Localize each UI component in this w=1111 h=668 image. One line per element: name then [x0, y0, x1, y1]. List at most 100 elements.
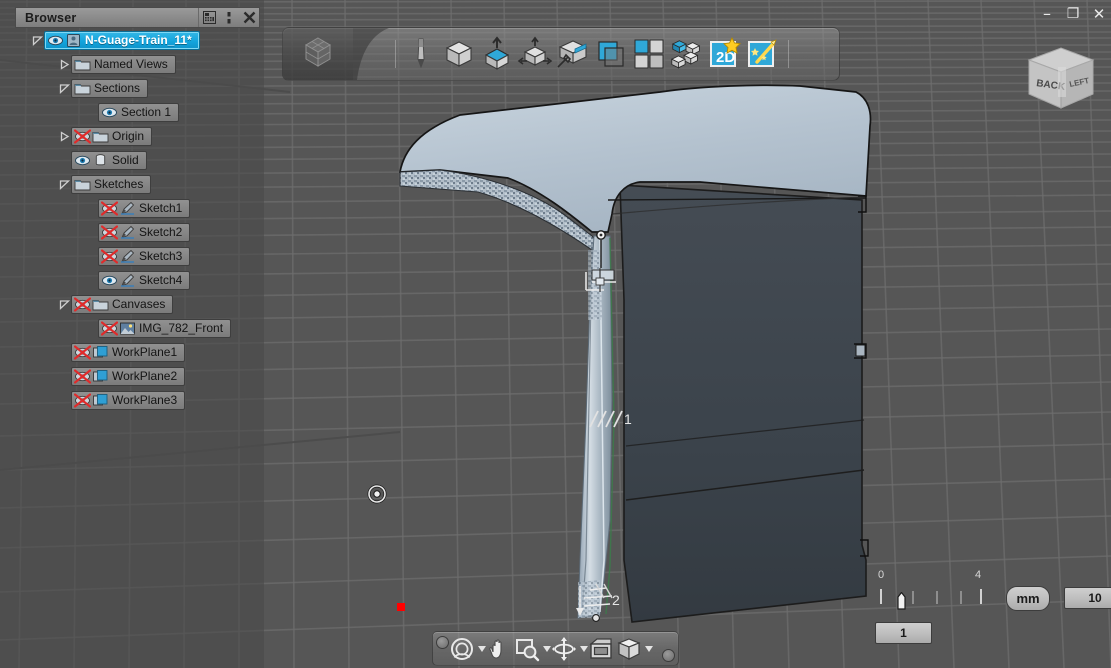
eye-off-icon[interactable] — [74, 368, 91, 384]
tree-node-chip[interactable]: Sections — [71, 78, 149, 98]
filter-icon[interactable] — [198, 8, 219, 27]
tree-node-solid[interactable]: Solid — [0, 150, 264, 170]
tree-node-sketch3[interactable]: Sketch3 — [0, 246, 264, 266]
chevron-down-icon[interactable] — [57, 297, 71, 311]
chevron-down-icon[interactable] — [57, 81, 71, 95]
drawing-2d-icon[interactable]: 2D — [706, 32, 744, 76]
tree-node-chip[interactable]: WorkPlane2 — [71, 366, 186, 386]
eye-off-icon[interactable] — [101, 200, 118, 216]
scale-tick — [960, 591, 962, 604]
tree-twisty-spacer — [57, 393, 71, 407]
tree-node-chip[interactable]: Sketch1 — [98, 198, 191, 218]
look-at-icon[interactable] — [551, 636, 577, 662]
tree-node-workplane3[interactable]: WorkPlane3 — [0, 390, 264, 410]
eye-off-icon[interactable] — [74, 344, 91, 360]
chevron-right-icon[interactable] — [57, 129, 71, 143]
folder-icon — [92, 129, 109, 144]
scale-slider-handle[interactable] — [897, 592, 906, 610]
tree-node-chip[interactable]: Sketch4 — [98, 270, 191, 290]
tree-node-chip[interactable]: WorkPlane3 — [71, 390, 186, 410]
tree-node-chip[interactable]: WorkPlane1 — [71, 342, 186, 362]
plane-icon — [92, 393, 109, 408]
sketch-constraint-1: 1 — [624, 411, 632, 427]
create-box-icon[interactable] — [440, 32, 478, 76]
eye-off-icon[interactable] — [74, 296, 91, 312]
eye-icon[interactable] — [101, 105, 118, 120]
scale-current-value[interactable]: 1 — [875, 622, 932, 644]
magic-wand-icon[interactable] — [744, 32, 782, 76]
tree-node-chip[interactable]: IMG_782_Front — [98, 318, 232, 338]
tree-node-sketch2[interactable]: Sketch2 — [0, 222, 264, 242]
tree-node-origin[interactable]: Origin — [0, 126, 264, 146]
pattern-grid-icon[interactable] — [630, 32, 668, 76]
eye-icon[interactable] — [101, 273, 118, 288]
sketch-pencil-icon[interactable] — [402, 32, 440, 76]
scale-max-value[interactable]: 10 — [1064, 587, 1111, 609]
eye-off-icon[interactable] — [101, 248, 118, 264]
tree-node-section-1[interactable]: Section 1 — [0, 102, 264, 122]
tree-node-chip[interactable]: Sketches — [71, 174, 152, 194]
move-transform-icon[interactable] — [516, 32, 554, 76]
eye-off-icon[interactable] — [101, 320, 118, 336]
orbit-dropdown-caret[interactable] — [477, 634, 486, 664]
panel-menu-icon[interactable] — [219, 8, 239, 27]
tree-node-sections[interactable]: Sections — [0, 78, 264, 98]
array-cubes-icon[interactable] — [668, 32, 706, 76]
unit-badge[interactable]: mm — [1006, 586, 1050, 611]
pan-hand-icon[interactable] — [486, 636, 512, 662]
app-logo-icon[interactable] — [283, 28, 353, 80]
navbar-drag-handle[interactable] — [436, 636, 449, 649]
tree-node-chip[interactable]: Sketch2 — [98, 222, 191, 242]
toolbar-divider-2 — [788, 40, 789, 68]
zoom-dropdown-caret[interactable] — [542, 634, 551, 664]
tree-node-chip[interactable]: Section 1 — [98, 102, 180, 122]
offset-plane-icon[interactable] — [592, 32, 630, 76]
close-button[interactable]: ✕ — [1091, 6, 1107, 22]
plane-icon — [92, 369, 109, 384]
zoom-window-icon[interactable] — [514, 636, 540, 662]
tree-node-sketch1[interactable]: Sketch1 — [0, 198, 264, 218]
look-at-dropdown-caret[interactable] — [579, 634, 588, 664]
tree-node-workplane1[interactable]: WorkPlane1 — [0, 342, 264, 362]
tree-node-chip[interactable]: Named Views — [71, 54, 176, 74]
visual-style-icon[interactable] — [616, 636, 642, 662]
tree-node-img-782-front[interactable]: IMG_782_Front — [0, 318, 264, 338]
eye-off-icon[interactable] — [74, 392, 91, 408]
tree-node-sketch4[interactable]: Sketch4 — [0, 270, 264, 290]
display-settings-icon[interactable] — [588, 636, 614, 662]
close-icon[interactable] — [239, 8, 259, 27]
tree-node-canvases[interactable]: Canvases — [0, 294, 264, 314]
browser-panel: Browser N-Guage-Train_11* Named Views Se… — [0, 0, 264, 668]
visual-style-dropdown-caret[interactable] — [644, 634, 653, 664]
chevron-down-icon[interactable] — [30, 33, 44, 47]
tree-node-chip[interactable]: Sketch3 — [98, 246, 191, 266]
tree-node-n-guage-train-11-[interactable]: N-Guage-Train_11* — [0, 30, 264, 50]
eye-off-icon[interactable] — [101, 224, 118, 240]
tree-node-workplane2[interactable]: WorkPlane2 — [0, 366, 264, 386]
eye-off-icon[interactable] — [74, 128, 91, 144]
eye-icon[interactable] — [47, 33, 64, 48]
tree-node-named-views[interactable]: Named Views — [0, 54, 264, 74]
orbit-icon[interactable] — [449, 636, 475, 662]
scale-widget: 0 4 mm 10 1 — [868, 566, 1111, 644]
tree-node-label: Sketches — [94, 176, 144, 191]
tree-node-icons — [74, 368, 109, 384]
eye-icon[interactable] — [74, 153, 91, 168]
navbar-collapse-handle[interactable] — [662, 649, 675, 662]
restore-button[interactable]: ❐ — [1065, 6, 1081, 22]
surface-paint-icon[interactable] — [554, 32, 592, 76]
tree-node-icons — [47, 33, 82, 48]
tree-node-label: Origin — [112, 128, 145, 143]
chevron-right-icon[interactable] — [57, 57, 71, 71]
extrude-icon[interactable] — [478, 32, 516, 76]
toolbar-curve-divider — [353, 28, 389, 80]
main-toolbar: 2D — [282, 27, 840, 81]
chevron-down-icon[interactable] — [57, 177, 71, 191]
minimize-button[interactable]: – — [1039, 6, 1055, 22]
tree-node-chip[interactable]: Origin — [71, 126, 153, 146]
tree-node-chip[interactable]: Solid — [71, 150, 147, 170]
view-cube[interactable]: BACK LEFT — [1015, 38, 1103, 118]
tree-node-sketches[interactable]: Sketches — [0, 174, 264, 194]
tree-node-chip[interactable]: Canvases — [71, 294, 174, 314]
tree-node-chip[interactable]: N-Guage-Train_11* — [44, 30, 200, 50]
